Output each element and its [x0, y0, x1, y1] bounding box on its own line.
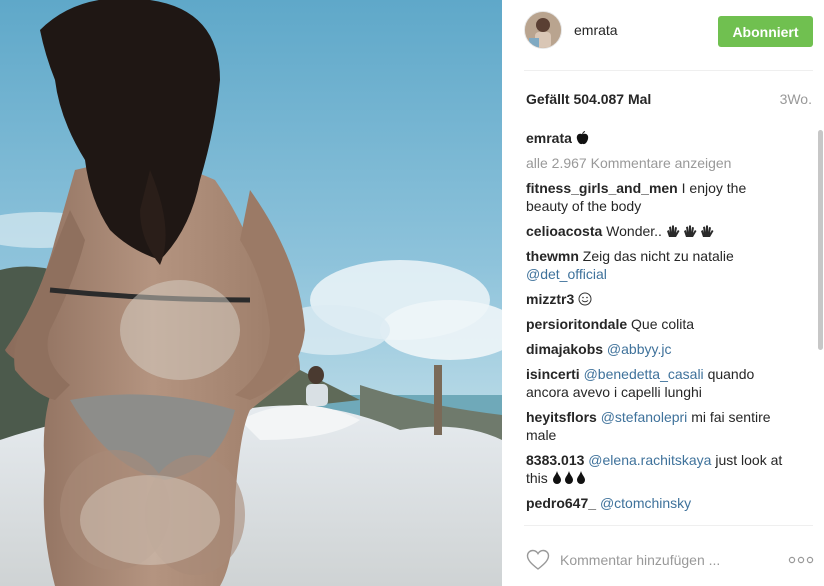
- comment-mention[interactable]: @abbyy.jc: [607, 341, 672, 357]
- comment-username[interactable]: celioacosta: [526, 223, 602, 239]
- post-header: emrata Abonniert: [502, 0, 824, 70]
- comment-username[interactable]: pedro647_: [526, 495, 596, 511]
- drop-emoji-icon: [564, 471, 573, 484]
- comment-text: Wonder..: [606, 223, 662, 239]
- comment-username[interactable]: fitness_girls_and_men: [526, 180, 678, 196]
- comment-username[interactable]: dimajakobs: [526, 341, 603, 357]
- footer-divider: [524, 525, 813, 526]
- scrollbar-thumb[interactable]: [818, 130, 823, 350]
- avatar-image: [525, 12, 561, 48]
- waving-hand-emoji-icon: [683, 225, 697, 237]
- likes-count[interactable]: Gefällt 504.087 Mal: [526, 91, 651, 107]
- comment-text: Que colita: [631, 316, 695, 332]
- follow-button[interactable]: Abonniert: [718, 16, 813, 47]
- comment-mention[interactable]: @benedetta_casali: [584, 366, 704, 382]
- waving-hand-emoji-icon: [666, 225, 680, 237]
- comment: fitness_girls_and_men I enjoy the beauty…: [526, 179, 788, 215]
- post-detail-panel: emrata Abonniert Gefällt 504.087 Mal 3Wo…: [502, 0, 824, 586]
- smiley-emoji-icon: [578, 292, 592, 306]
- comment-text: Zeig das nicht zu natalie: [582, 248, 734, 264]
- comment-mention[interactable]: @elena.rachitskaya: [588, 452, 711, 468]
- drop-emoji-icon: [576, 471, 585, 484]
- comment-username[interactable]: mizztr3: [526, 291, 574, 307]
- drop-emoji-icon: [552, 471, 561, 484]
- apple-emoji-icon: [576, 131, 589, 145]
- more-horizontal-icon[interactable]: [788, 556, 814, 564]
- post-time-ago[interactable]: 3Wo.: [780, 91, 812, 107]
- comment: mizztr3: [526, 290, 788, 308]
- heart-outline-icon[interactable]: [526, 549, 550, 571]
- comment: pedro647_ @ctomchinsky: [526, 494, 788, 512]
- comment-username[interactable]: isincerti: [526, 366, 580, 382]
- beach-photo-image: [0, 0, 502, 586]
- caption: emrata: [526, 129, 788, 147]
- comment: celioacosta Wonder..: [526, 222, 788, 240]
- comments-scrollbar[interactable]: [818, 130, 824, 524]
- comment: dimajakobs @abbyy.jc: [526, 340, 788, 358]
- comment: persioritondale Que colita: [526, 315, 788, 333]
- post-author-username[interactable]: emrata: [574, 22, 618, 38]
- comment-mention[interactable]: @stefanolepri: [601, 409, 688, 425]
- comment: isincerti @benedetta_casali quando ancor…: [526, 365, 788, 401]
- comment-username[interactable]: thewmn: [526, 248, 579, 264]
- comment-username[interactable]: heyitsflors: [526, 409, 597, 425]
- comment-username[interactable]: 8383.013: [526, 452, 584, 468]
- comment: thewmn Zeig das nicht zu natalie @det_of…: [526, 247, 788, 283]
- comment: 8383.013 @elena.rachitskaya just look at…: [526, 451, 788, 487]
- comment-username[interactable]: persioritondale: [526, 316, 627, 332]
- comment-mention[interactable]: @ctomchinsky: [600, 495, 691, 511]
- waving-hand-emoji-icon: [700, 225, 714, 237]
- avatar[interactable]: [524, 11, 562, 49]
- comment-mention[interactable]: @det_official: [526, 266, 607, 282]
- comments-list: emrata alle 2.967 Kommentare anzeigen fi…: [526, 129, 788, 524]
- caption-username[interactable]: emrata: [526, 130, 572, 146]
- comment: heyitsflors @stefanolepri mi fai sentire…: [526, 408, 788, 444]
- header-divider: [524, 70, 813, 71]
- add-comment-input[interactable]: [560, 549, 740, 571]
- post-photo[interactable]: [0, 0, 502, 586]
- view-all-comments-link[interactable]: alle 2.967 Kommentare anzeigen: [526, 154, 788, 172]
